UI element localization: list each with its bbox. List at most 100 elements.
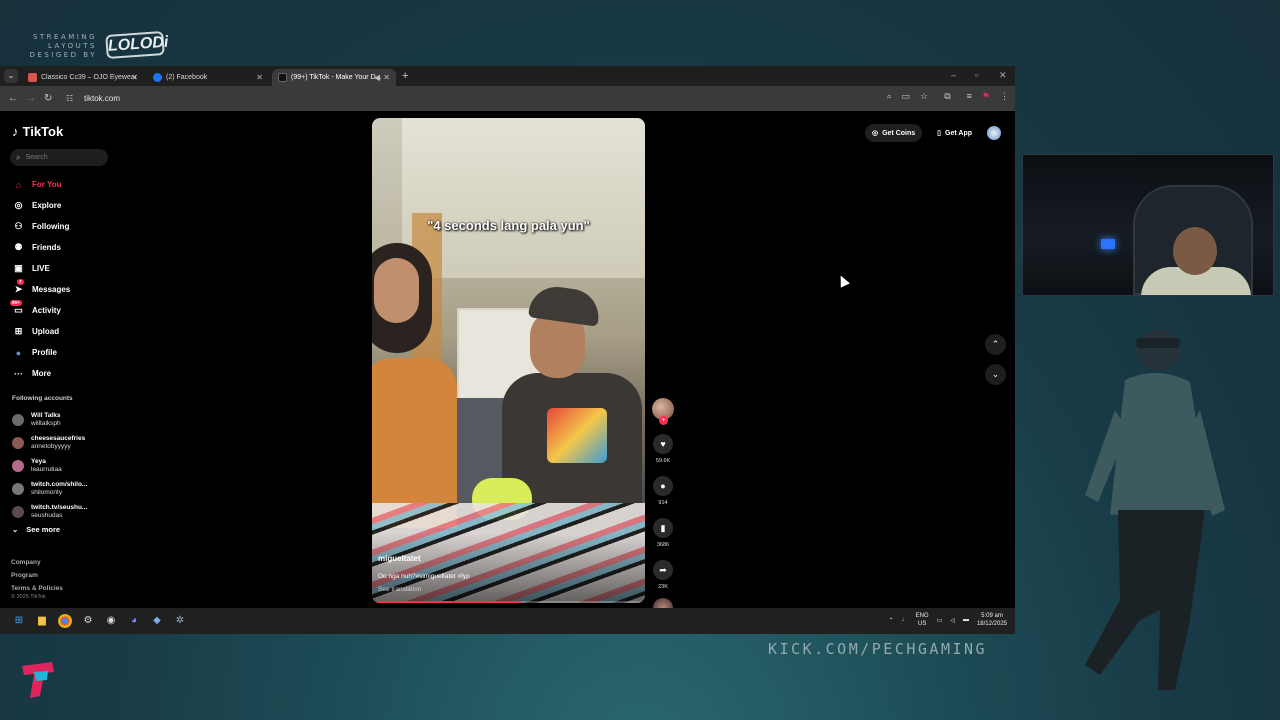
sidebar-item-for-you[interactable]: ⌂ For You	[12, 174, 122, 195]
obs-icon[interactable]: ◉	[104, 614, 118, 628]
previous-video-button[interactable]: ⌃	[985, 334, 1006, 355]
bookmark-icon[interactable]: ▮	[653, 518, 673, 538]
restore-icon[interactable]: ▫	[975, 70, 978, 80]
video-author[interactable]: migueltatet	[378, 554, 421, 563]
tab-audio-icon[interactable]: ◀	[374, 73, 380, 82]
sidebar-item-profile[interactable]: ● Profile	[12, 342, 122, 363]
next-video-button[interactable]: ⌄	[985, 364, 1006, 385]
sidebar-item-friends[interactable]: ⚉ Friends	[12, 237, 122, 258]
new-tab-button[interactable]: +	[402, 70, 408, 82]
get-coins-button[interactable]: ◎ Get Coins	[865, 124, 923, 142]
sidebar-nav: ⌂ For You ◎ Explore ⚇ Following ⚉ Friend…	[10, 174, 122, 384]
video-actions: + ♥ 59.6K ● 914 ▮ 3686 ➦ 23K	[651, 398, 675, 618]
video-player[interactable]: "4 seconds lang pala yun" migueltatet Oo…	[372, 118, 645, 603]
tab-label: (99+) TikTok - Make Your D...	[291, 74, 382, 81]
account-handle: shilomonty	[31, 488, 63, 496]
close-tab-icon[interactable]: ✕	[383, 73, 390, 82]
account-name: twitch.tv/seushu...	[31, 503, 88, 511]
share-action[interactable]: ➦ 23K	[651, 560, 675, 590]
like-action[interactable]: ♥ 59.6K	[651, 434, 675, 464]
tab-ojo-eyewear[interactable]: Classico Cc39 – OJO Eyewear ✕	[22, 69, 144, 86]
app-icon[interactable]: ◆	[150, 614, 164, 628]
tiktok-page: ♪ TikTok ⌕ Search ⌂ For You ◎ Explore ⚇ …	[0, 111, 1015, 618]
site-info-icon[interactable]: ☷	[66, 94, 76, 103]
footer-link-company[interactable]: Company	[11, 556, 63, 569]
close-tab-icon[interactable]: ✕	[131, 73, 138, 82]
settings-icon[interactable]: ✲	[173, 614, 187, 628]
chevron-down-icon: ⌄	[12, 525, 19, 534]
tab-search-button[interactable]: ⌄	[4, 69, 18, 83]
minimize-icon[interactable]: –	[951, 70, 956, 80]
video-shirt-print	[547, 408, 607, 463]
webcam-feed	[1022, 154, 1274, 296]
avatar	[12, 413, 24, 426]
comment-action[interactable]: ● 914	[651, 476, 675, 506]
sidebar-item-activity[interactable]: ▭ 99+ Activity	[10, 300, 122, 321]
sidebar-item-label: Profile	[32, 348, 57, 357]
tab-tiktok[interactable]: (99+) TikTok - Make Your D... ◀ ✕	[272, 69, 396, 86]
back-icon[interactable]: ←	[8, 93, 18, 104]
browser-menu-icon[interactable]: ⋮	[1000, 91, 1009, 102]
bookmark-star-icon[interactable]: ☆	[920, 91, 928, 102]
battery-icon[interactable]: ▬	[963, 617, 969, 623]
sidebar-item-live[interactable]: ▣ LIVE	[12, 258, 122, 279]
follow-plus-icon[interactable]: +	[659, 416, 668, 425]
network-icon[interactable]: ▭	[937, 617, 943, 624]
compass-icon: ◎	[14, 200, 23, 210]
footer-link-program[interactable]: Program	[11, 569, 63, 582]
list-item[interactable]: twitch.com/shilo... shilomonty	[12, 477, 122, 500]
extensions-icon[interactable]: ⧉	[944, 91, 950, 102]
cast-icon[interactable]: ▭	[902, 91, 911, 102]
close-window-icon[interactable]: ✕	[999, 70, 1007, 81]
windows-start-icon[interactable]: ⊞	[12, 614, 26, 628]
discord-icon[interactable]: ◕	[127, 614, 141, 628]
volume-icon[interactable]: ◁	[950, 617, 955, 624]
profile-extension-icon[interactable]: ⚑	[982, 91, 990, 102]
account-handle: willtalksph	[31, 419, 61, 427]
sidebar-item-explore[interactable]: ◎ Explore	[12, 195, 122, 216]
channel-logo-icon	[22, 662, 54, 698]
avatar	[12, 482, 24, 495]
see-translation-link[interactable]: See translation	[378, 586, 421, 593]
lang-top: ENG	[915, 613, 929, 619]
chrome-icon[interactable]	[58, 614, 72, 628]
file-explorer-icon[interactable]: ▆	[35, 614, 49, 628]
list-item[interactable]: Will Talks willtalksph	[12, 408, 122, 431]
user-avatar[interactable]	[987, 126, 1001, 140]
share-icon[interactable]: ➦	[653, 560, 673, 580]
chevron-up-icon[interactable]: ⌃	[889, 617, 894, 624]
steam-icon[interactable]: ⚙	[81, 614, 95, 628]
search-input[interactable]: ⌕ Search	[10, 149, 108, 166]
clock[interactable]: 5:09 am 18/12/2025	[977, 612, 1007, 628]
comment-count: 914	[658, 500, 668, 506]
sidebar-item-more[interactable]: ··· More	[12, 363, 122, 384]
comment-icon[interactable]: ●	[653, 476, 673, 496]
creator-avatar[interactable]: +	[652, 398, 674, 425]
sidebar-item-upload[interactable]: ⊞ Upload	[12, 321, 122, 342]
see-more-button[interactable]: ⌄ See more	[12, 525, 60, 534]
list-item[interactable]: twitch.tv/seushu... seushudas	[12, 500, 122, 523]
language-indicator[interactable]: ENG US	[916, 612, 929, 628]
microphone-icon[interactable]: ♩	[902, 617, 908, 623]
list-item[interactable]: Yeya leaurrutiaa	[12, 454, 122, 477]
tab-facebook[interactable]: (2) Facebook ✕	[147, 69, 269, 86]
zoom-icon[interactable]: ⌕	[887, 91, 892, 102]
following-accounts-heading: Following accounts	[12, 395, 73, 402]
tiktok-logo[interactable]: ♪ TikTok	[12, 124, 63, 139]
save-action[interactable]: ▮ 3686	[651, 518, 675, 548]
get-app-button[interactable]: ▯ Get App	[930, 124, 979, 142]
list-item[interactable]: cheesesaucefries annetobyyyyy	[12, 431, 122, 454]
send-glyph: ➤	[14, 284, 23, 294]
video-progress-bar[interactable]	[372, 601, 645, 603]
forward-icon[interactable]: →	[26, 93, 36, 104]
sidebar-item-messages[interactable]: ➤ 7 Messages	[12, 279, 122, 300]
get-coins-label: Get Coins	[882, 129, 916, 137]
url-field[interactable]: ☷ tiktok.com	[66, 91, 926, 106]
close-tab-icon[interactable]: ✕	[256, 73, 263, 82]
reading-mode-icon[interactable]: ≡	[967, 91, 972, 102]
address-bar-actions: ⌕ ▭ ☆ ⧉ ≡ ⚑ ⋮	[887, 91, 1009, 102]
reload-icon[interactable]: ↻	[44, 93, 54, 104]
tiktok-logo-text: TikTok	[22, 124, 64, 139]
sidebar-item-following[interactable]: ⚇ Following	[12, 216, 122, 237]
heart-icon[interactable]: ♥	[653, 434, 673, 454]
